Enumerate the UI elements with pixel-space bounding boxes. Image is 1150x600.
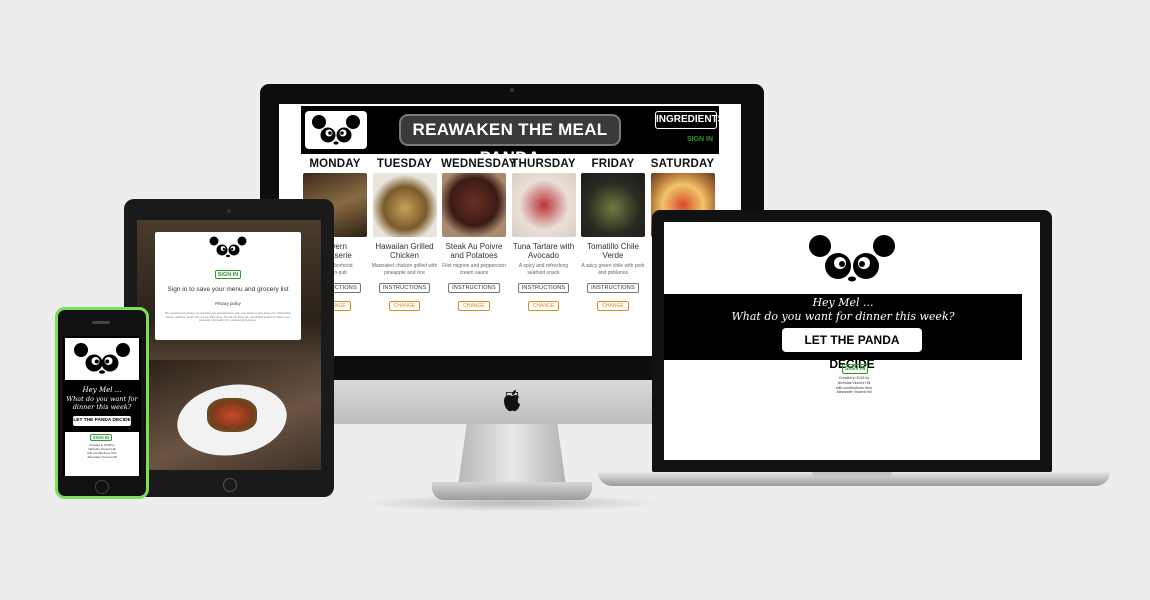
day-label: THURSDAY xyxy=(511,158,576,170)
panda-face-icon xyxy=(809,235,895,282)
phone-screen: Hey Mel ... What do you want for dinner … xyxy=(63,336,141,476)
panda-face-icon xyxy=(74,343,130,374)
app-header: REAWAKEN THE MEAL PANDA INGREDIENTS SIGN… xyxy=(301,106,724,167)
meal-title[interactable]: Tomatillo Chile Verde xyxy=(580,242,646,260)
camera-icon xyxy=(510,88,514,92)
signin-link[interactable]: SIGN IN xyxy=(685,135,715,145)
credit-text: Created in 2018 by Nicholas Vincent Hill… xyxy=(86,443,117,459)
camera-icon xyxy=(227,209,231,213)
imac-stand-foot xyxy=(432,482,592,500)
meal-photo[interactable] xyxy=(511,173,576,237)
let-panda-decide-button[interactable]: LET THE PANDA DECIDE xyxy=(782,328,922,371)
laptop-notch xyxy=(812,472,892,477)
meal-photo[interactable] xyxy=(442,173,506,237)
laptop-hero-banner: Hey Mel ... What do you want for dinner … xyxy=(664,294,1022,371)
signin-button[interactable]: SIGN IN xyxy=(215,270,241,279)
phone-logo-area xyxy=(65,338,139,380)
ingredients-button[interactable]: INGREDIENTS xyxy=(655,111,724,129)
apple-logo-icon xyxy=(504,390,520,412)
greeting-line1: Hey Mel ... xyxy=(82,386,122,394)
privacy-policy-link[interactable]: Privacy policy xyxy=(155,301,301,306)
change-button[interactable]: CHANGE xyxy=(527,301,560,311)
change-button[interactable]: CHANGE xyxy=(458,301,490,311)
day-label: TUESDAY xyxy=(376,158,433,170)
signin-modal: SIGN IN Sign in to save your menu and gr… xyxy=(155,232,301,340)
meal-description: Marinated chicken grilled with pineapple… xyxy=(371,263,438,276)
meal-title[interactable]: Tuna Tartare with Avocado xyxy=(511,242,577,260)
meal-description: A spicy green chile with pork and poblan… xyxy=(581,263,645,276)
instructions-button[interactable]: INSTRUCTIONS xyxy=(378,283,431,293)
imac-stand-neck xyxy=(458,424,566,486)
meal-title[interactable]: Steak Au Poivre and Potatoes xyxy=(441,242,507,260)
plated-food xyxy=(207,398,257,432)
tablet-screen: SIGN IN Sign in to save your menu and gr… xyxy=(137,220,321,470)
day-column: FRIDAY Tomatillo Chile Verde A spicy green… xyxy=(580,158,646,312)
panda-logo[interactable] xyxy=(305,111,367,149)
day-label: FRIDAY xyxy=(591,158,635,170)
meal-description: Filet mignon and peppercorn cream sauce xyxy=(442,263,506,276)
laptop-screen: Hey Mel ... What do you want for dinner … xyxy=(664,222,1040,460)
day-column: WEDNESDAY Steak Au Poivre and Potatoes Fil… xyxy=(441,158,517,312)
signin-prompt: Sign in to save your menu and grocery li… xyxy=(167,286,289,293)
day-label: WEDNESDAY xyxy=(441,158,517,170)
meal-photo[interactable] xyxy=(372,173,437,237)
instructions-button[interactable]: INSTRUCTIONS xyxy=(587,283,639,293)
panda-face-icon xyxy=(209,236,247,258)
day-label: MONDAY xyxy=(309,158,361,170)
instructions-button[interactable]: INSTRUCTIONS xyxy=(517,283,570,293)
meal-title[interactable]: Hawaiian Grilled Chicken xyxy=(372,242,438,260)
day-label: SATURDAY xyxy=(650,158,715,170)
change-button[interactable]: CHANGE xyxy=(388,301,421,311)
day-column: THURSDAY Tuna Tartare with Avocado A spicy… xyxy=(511,158,577,312)
meal-photo[interactable] xyxy=(581,173,645,237)
phone-footer: SIGN IN Created in 2018 by Nicholas Vinc… xyxy=(65,432,139,476)
home-button[interactable] xyxy=(95,480,109,494)
meal-description: A spicy and refreshing seafood snack xyxy=(518,263,569,276)
instructions-button[interactable]: INSTRUCTIONS xyxy=(448,283,500,293)
panda-face-icon xyxy=(312,115,360,145)
privacy-text: We respect your privacy, do not track yo… xyxy=(165,311,291,323)
home-button[interactable] xyxy=(223,478,237,492)
change-button[interactable]: CHANGE xyxy=(597,301,629,311)
greeting-line2: What do you want for dinner this week? xyxy=(66,395,138,411)
phone-speaker xyxy=(92,321,110,324)
greeting-line2: What do you want for dinner this week? xyxy=(731,310,955,323)
signin-button[interactable]: SIGN IN xyxy=(842,364,868,374)
app-title: REAWAKEN THE MEAL PANDA xyxy=(399,114,621,167)
credit-text: Created in 2018 by Nicholas Vincent Hill… xyxy=(836,376,872,395)
signin-button[interactable]: SIGN IN xyxy=(90,434,112,441)
day-column: TUESDAY Hawaiian Grilled Chicken Marinated… xyxy=(372,158,438,312)
let-panda-decide-button[interactable]: LET THE PANDA DECIDE xyxy=(73,416,131,426)
greeting-line1: Hey Mel ... xyxy=(812,296,874,309)
